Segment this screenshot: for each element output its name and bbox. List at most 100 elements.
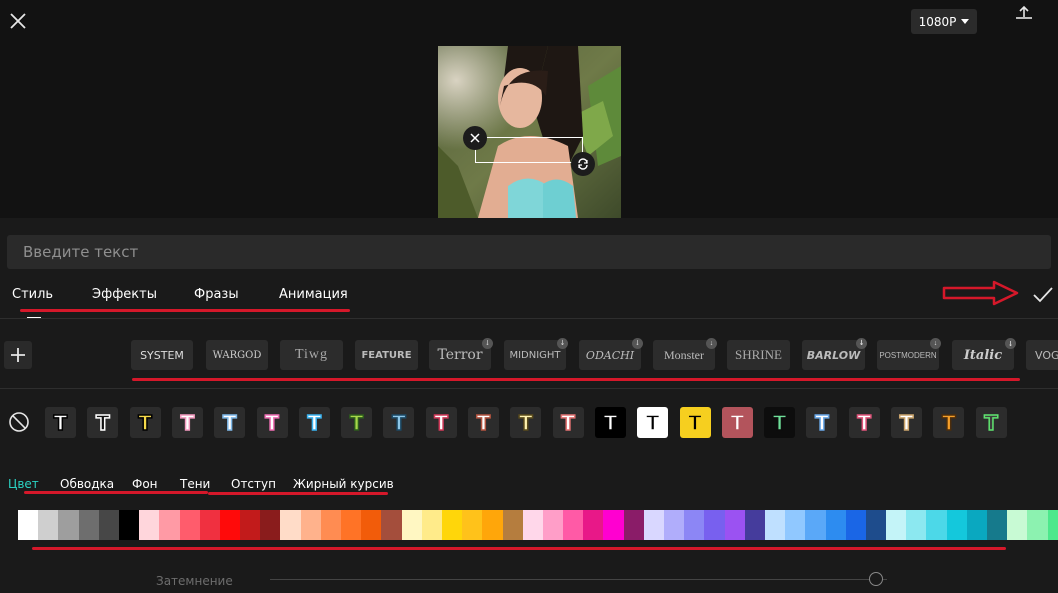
color-swatch[interactable] (240, 510, 261, 540)
text-style-preset[interactable]: T (806, 407, 838, 438)
tab-animation[interactable]: Анимация (279, 287, 348, 302)
color-swatch[interactable] (18, 510, 39, 540)
color-swatch[interactable] (623, 510, 644, 540)
font-monster[interactable]: Monster ↓ (653, 338, 717, 370)
tab-style[interactable]: Стиль (12, 287, 53, 302)
color-swatch[interactable] (1027, 510, 1048, 540)
text-style-preset[interactable]: T (256, 407, 288, 438)
color-swatch[interactable] (199, 510, 220, 540)
color-swatch[interactable] (886, 510, 907, 540)
color-swatch[interactable] (704, 510, 725, 540)
color-swatch[interactable] (441, 510, 463, 540)
font-terror[interactable]: Terror ↓ (429, 338, 493, 370)
color-swatch[interactable] (159, 510, 180, 540)
subtab-background[interactable]: Фон (132, 477, 158, 491)
color-swatch[interactable] (845, 510, 866, 540)
font-midnight[interactable]: MIDNIGHT ↓ (504, 338, 568, 370)
color-swatch[interactable] (482, 510, 503, 540)
font-odachi[interactable]: ODACHI ↓ (579, 338, 643, 370)
color-swatch[interactable] (926, 510, 947, 540)
font-postmodern[interactable]: POSTMODERN ↓ (877, 338, 941, 370)
subtab-spacing[interactable]: Отступ (231, 477, 276, 491)
color-swatch[interactable] (381, 510, 402, 540)
text-style-preset[interactable]: T (87, 407, 119, 438)
color-swatch[interactable] (300, 510, 321, 540)
subtab-shadow[interactable]: Тени (180, 477, 210, 491)
color-swatch[interactable] (805, 510, 826, 540)
color-swatch[interactable] (522, 510, 543, 540)
color-swatch[interactable] (219, 510, 241, 540)
confirm-button[interactable] (1031, 284, 1055, 306)
add-font-button[interactable] (4, 341, 32, 369)
color-swatch[interactable] (987, 510, 1008, 540)
text-style-preset[interactable]: T (552, 407, 584, 438)
color-swatch[interactable] (684, 510, 705, 540)
color-swatch[interactable] (1047, 510, 1058, 540)
text-style-preset[interactable]: T (764, 407, 796, 438)
opacity-slider-thumb[interactable] (868, 572, 883, 586)
text-style-preset[interactable]: T (975, 407, 1007, 438)
color-swatch[interactable] (139, 510, 160, 540)
resolution-dropdown[interactable]: 1080P (911, 9, 977, 34)
color-swatch[interactable] (542, 510, 564, 540)
color-swatch[interactable] (643, 510, 664, 540)
font-shrine[interactable]: SHRINE (727, 340, 790, 370)
text-style-preset[interactable]: T (848, 407, 880, 438)
color-swatch[interactable] (280, 510, 301, 540)
text-input[interactable] (7, 235, 1051, 269)
text-style-preset[interactable]: T (383, 407, 415, 438)
close-button[interactable] (6, 9, 30, 33)
color-swatch[interactable] (946, 510, 967, 540)
text-style-preset[interactable]: T (298, 407, 330, 438)
export-button[interactable] (1012, 4, 1036, 24)
no-style-button[interactable] (8, 411, 30, 433)
text-style-preset[interactable]: T (129, 407, 161, 438)
text-style-preset[interactable]: T (637, 407, 669, 438)
color-swatch[interactable] (563, 510, 584, 540)
color-swatch[interactable] (361, 510, 382, 540)
color-swatch[interactable] (118, 510, 140, 540)
font-tiwg[interactable]: Tiwg (280, 340, 343, 370)
text-style-preset[interactable]: T (594, 407, 626, 438)
color-swatch[interactable] (1007, 510, 1028, 540)
color-swatch[interactable] (966, 510, 987, 540)
color-swatch[interactable] (764, 510, 786, 540)
text-style-preset[interactable]: T (45, 407, 76, 438)
color-swatch[interactable] (320, 510, 341, 540)
color-swatch[interactable] (583, 510, 604, 540)
subtab-bold-italic[interactable]: Жирный курсив (293, 477, 394, 491)
color-swatch[interactable] (58, 510, 79, 540)
color-swatch[interactable] (462, 510, 483, 540)
color-swatch[interactable] (179, 510, 200, 540)
font-barlow[interactable]: BARLOW ↓ (802, 338, 867, 370)
font-feature[interactable]: FEATURE (355, 340, 418, 370)
color-swatch[interactable] (744, 510, 765, 540)
text-style-preset[interactable]: T (341, 407, 373, 438)
color-swatch[interactable] (724, 510, 745, 540)
text-style-preset[interactable]: T (679, 407, 711, 438)
font-wargod[interactable]: WARGOD (206, 340, 268, 370)
text-bounding-box[interactable] (475, 137, 583, 163)
text-style-preset[interactable]: T (721, 407, 753, 438)
color-swatch[interactable] (421, 510, 442, 540)
subtab-color[interactable]: Цвет (8, 477, 39, 491)
text-style-preset[interactable]: T (510, 407, 542, 438)
text-style-preset[interactable]: T (933, 407, 965, 438)
opacity-slider-track[interactable] (270, 579, 887, 580)
color-swatch[interactable] (785, 510, 806, 540)
color-swatch[interactable] (603, 510, 624, 540)
text-style-preset[interactable]: T (468, 407, 499, 438)
text-style-preset[interactable]: T (891, 407, 922, 438)
tab-effects[interactable]: Эффекты (92, 287, 157, 302)
delete-text-handle[interactable] (463, 126, 487, 150)
color-swatch[interactable] (401, 510, 422, 540)
color-swatch[interactable] (260, 510, 281, 540)
color-swatch[interactable] (664, 510, 685, 540)
color-swatch[interactable] (38, 510, 59, 540)
subtab-stroke[interactable]: Обводка (60, 477, 114, 491)
rotate-scale-handle[interactable] (571, 152, 595, 176)
color-swatch[interactable] (865, 510, 887, 540)
text-style-preset[interactable]: T (171, 407, 203, 438)
font-system[interactable]: SYSTEM (131, 340, 193, 370)
text-style-preset[interactable]: T (214, 407, 246, 438)
